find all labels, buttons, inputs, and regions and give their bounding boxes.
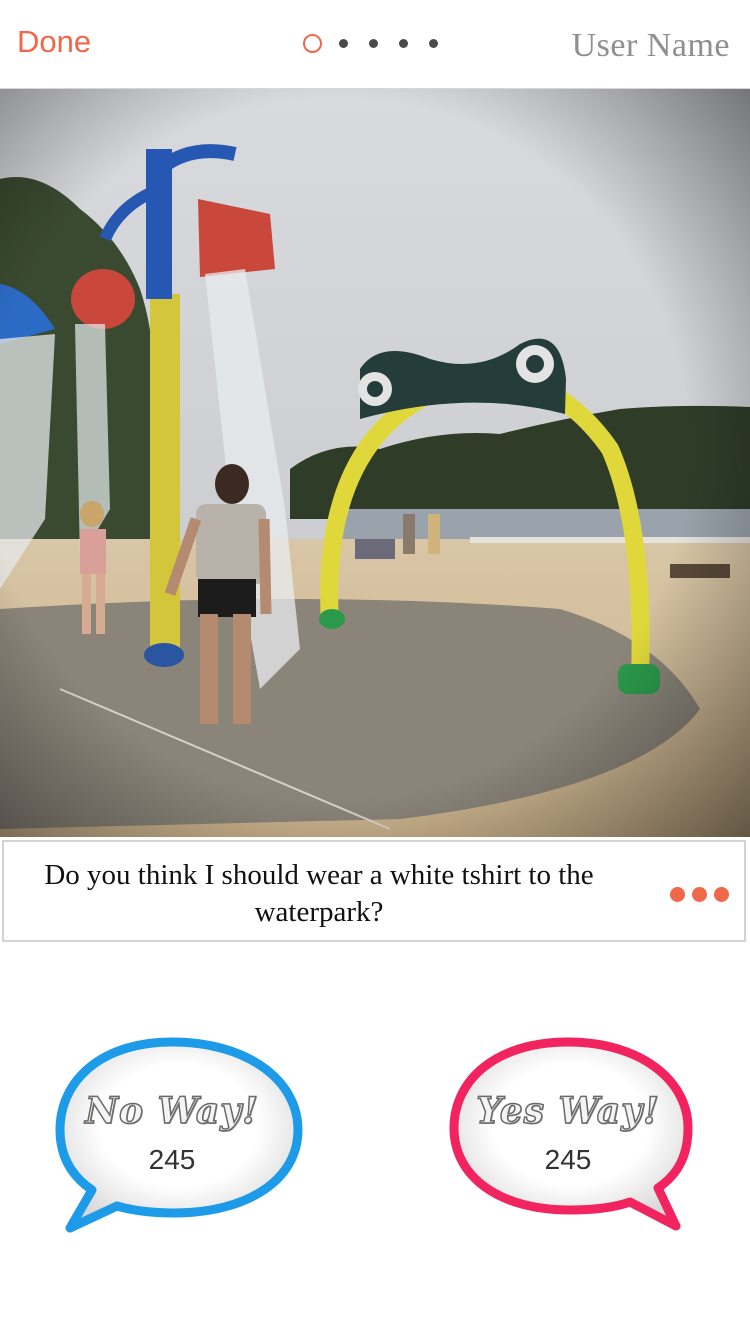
page-dot-2[interactable] xyxy=(339,39,348,48)
waterpark-photo xyxy=(0,89,750,837)
page-dot-1[interactable] xyxy=(303,34,322,53)
question-box: Do you think I should wear a white tshir… xyxy=(2,840,746,942)
speech-bubble-blue-icon xyxy=(55,1037,303,1233)
yes-way-button[interactable]: Yes Way! 245 xyxy=(448,1030,708,1240)
page-dot-5[interactable] xyxy=(429,39,438,48)
user-name[interactable]: User Name xyxy=(572,27,730,65)
page-dot-3[interactable] xyxy=(369,39,378,48)
done-button[interactable]: Done xyxy=(17,24,91,60)
post-photo[interactable] xyxy=(0,89,750,837)
question-text: Do you think I should wear a white tshir… xyxy=(44,859,594,928)
no-way-label: No Way! xyxy=(84,1089,259,1133)
more-dots-icon[interactable] xyxy=(670,887,730,903)
page-dot-4[interactable] xyxy=(399,39,408,48)
yes-way-label: Yes Way! xyxy=(475,1089,660,1133)
yes-way-count: 245 xyxy=(544,1144,592,1175)
no-way-count: 245 xyxy=(148,1144,196,1175)
top-nav-bar: Done User Name xyxy=(0,0,750,89)
no-way-button[interactable]: No Way! 245 xyxy=(52,1030,312,1240)
speech-bubble-pink-icon xyxy=(449,1037,693,1231)
